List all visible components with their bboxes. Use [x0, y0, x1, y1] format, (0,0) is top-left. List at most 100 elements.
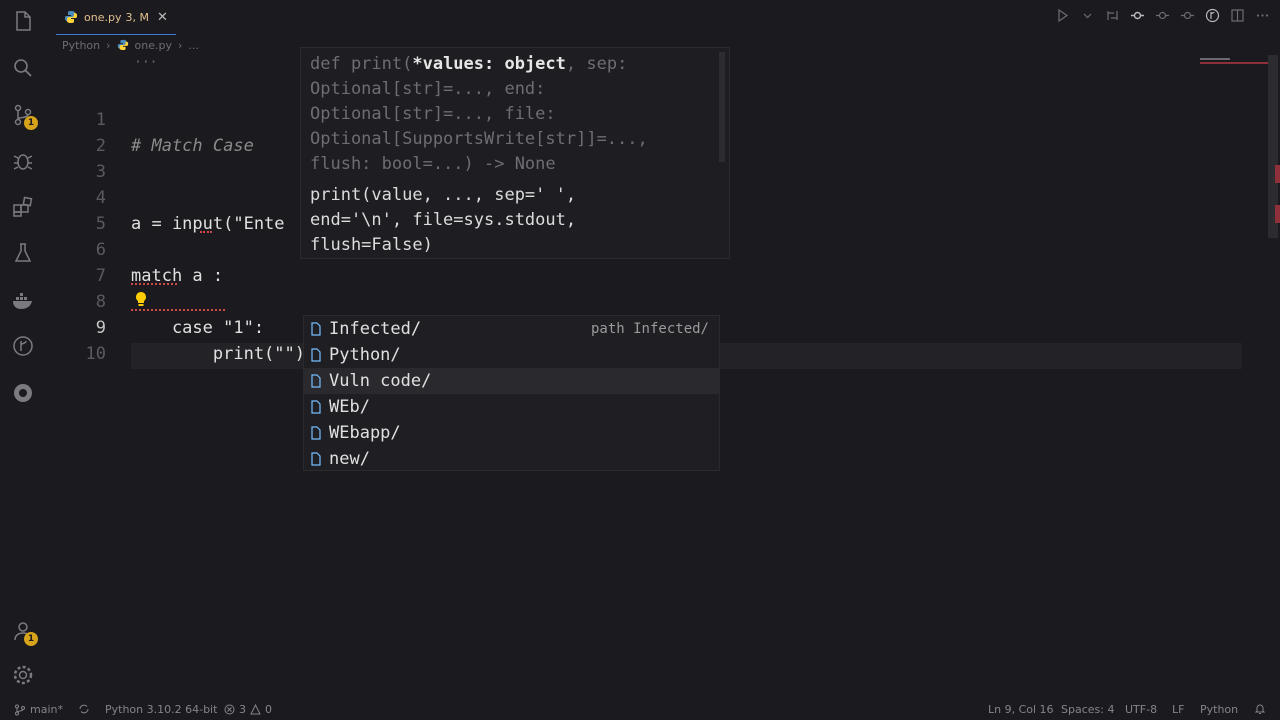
- branch-indicator[interactable]: main*: [14, 703, 63, 716]
- language-mode[interactable]: Python: [1200, 703, 1238, 716]
- suggestion-item-selected[interactable]: Vuln code/: [304, 368, 719, 394]
- indentation[interactable]: Spaces: 4: [1061, 703, 1114, 716]
- next-change-icon[interactable]: [1180, 8, 1195, 23]
- error-overview-mark: [1275, 165, 1280, 183]
- folded-marker: ···: [134, 55, 158, 70]
- encoding[interactable]: UTF-8: [1125, 703, 1157, 716]
- folder-file-icon: [311, 374, 321, 388]
- popup-scrollbar[interactable]: [719, 52, 725, 162]
- minimap[interactable]: [1200, 58, 1268, 66]
- suggestion-label: Python/: [329, 345, 401, 365]
- search-icon[interactable]: [10, 55, 36, 81]
- doc-line: print(value, ..., sep=' ',: [310, 185, 577, 205]
- activity-bar: 1 1: [0, 0, 46, 700]
- suggestion-item[interactable]: WEbapp/: [304, 420, 719, 446]
- settings-gear-icon[interactable]: [10, 662, 36, 688]
- signature-active-param: *values: object: [412, 54, 566, 74]
- breadcrumb-folder[interactable]: Python: [62, 39, 100, 52]
- interpreter-label: Python 3.10.2 64-bit: [105, 703, 218, 716]
- cursor-position[interactable]: Ln 9, Col 16: [988, 703, 1054, 716]
- code-line: 8 case "1":: [46, 263, 1246, 338]
- run-debug-icon[interactable]: [10, 148, 36, 174]
- folder-file-icon: [311, 322, 321, 336]
- error-squiggle: [200, 230, 212, 233]
- python-file-icon: [65, 11, 77, 23]
- open-changes-icon[interactable]: [1205, 8, 1220, 23]
- warning-count: 0: [265, 703, 272, 716]
- error-overview-mark: [1275, 205, 1280, 223]
- explorer-icon[interactable]: [10, 8, 36, 34]
- folder-file-icon: [311, 426, 321, 440]
- docker-icon[interactable]: [10, 288, 36, 314]
- remote-explorer-icon[interactable]: [10, 380, 36, 406]
- suggestion-list: Infected/ path Infected/ Python/ Vuln co…: [303, 315, 720, 471]
- breadcrumb-file[interactable]: one.py: [135, 39, 172, 52]
- error-squiggle: [131, 282, 177, 285]
- tab-status: 3, M: [125, 10, 149, 24]
- signature-prefix: def print(: [310, 54, 413, 74]
- breadcrumb: Python › one.py › ...: [62, 37, 199, 53]
- previous-change-icon[interactable]: [1155, 8, 1170, 23]
- suggestion-item[interactable]: WEb/: [304, 394, 719, 420]
- breadcrumb-more[interactable]: ...: [188, 39, 199, 52]
- compare-changes-icon[interactable]: [1105, 8, 1120, 23]
- notifications-icon[interactable]: [1254, 703, 1266, 715]
- status-bar: main* Python 3.10.2 64-bit 3 0 Ln 9, Col…: [0, 700, 1280, 720]
- signature-rest: , sep:: [565, 54, 628, 74]
- accounts-icon[interactable]: 1: [10, 618, 38, 646]
- warning-icon: [250, 704, 261, 715]
- source-control-badge: 1: [24, 116, 38, 130]
- code-line-current: 9 print(""): [46, 289, 1246, 364]
- accounts-badge: 1: [24, 632, 38, 646]
- signature-help-popup: def print(*values: object, sep: Optional…: [300, 47, 730, 259]
- git-branch-icon: [15, 704, 25, 715]
- folder-file-icon: [311, 400, 321, 414]
- signature-line: flush: bool=...) -> None: [310, 154, 556, 174]
- error-count: 3: [239, 703, 246, 716]
- python-interpreter[interactable]: Python 3.10.2 64-bit: [105, 703, 217, 716]
- suggestion-item[interactable]: Infected/ path Infected/: [304, 316, 719, 342]
- suggestion-item[interactable]: Python/: [304, 342, 719, 368]
- source-control-icon[interactable]: 1: [10, 102, 38, 130]
- chevron-down-icon[interactable]: [1080, 8, 1095, 23]
- doc-line: flush=False): [310, 235, 433, 255]
- problems-indicator[interactable]: 3 0: [224, 703, 272, 716]
- editor-actions: [1055, 8, 1270, 23]
- suggestion-label: WEbapp/: [329, 423, 401, 443]
- signature-line: def print(*values: object, sep:: [310, 52, 627, 77]
- testing-icon[interactable]: [10, 240, 36, 266]
- breadcrumb-separator: ›: [178, 38, 183, 52]
- signature-line: Optional[str]=..., end:: [310, 79, 546, 99]
- folder-file-icon: [311, 348, 321, 362]
- split-editor-icon[interactable]: [1230, 8, 1245, 23]
- error-icon: [224, 704, 235, 715]
- error-squiggle: [131, 308, 225, 311]
- line-text: print(""): [131, 344, 305, 364]
- tab-one-py[interactable]: one.py 3, M ✕: [56, 0, 176, 35]
- extensions-icon[interactable]: [10, 194, 36, 220]
- git-graph-icon[interactable]: [10, 333, 36, 359]
- lightbulb-icon[interactable]: [134, 291, 148, 307]
- run-icon[interactable]: [1055, 8, 1070, 23]
- suggestion-label: WEb/: [329, 397, 370, 417]
- sync-icon[interactable]: [78, 703, 90, 715]
- python-file-icon: [117, 39, 128, 51]
- breadcrumb-separator: ›: [106, 38, 111, 52]
- suggestion-label: new/: [329, 449, 370, 469]
- suggestion-item[interactable]: new/: [304, 446, 719, 472]
- end-of-line[interactable]: LF: [1172, 703, 1184, 716]
- suggestion-label: Infected/: [329, 319, 422, 339]
- close-icon[interactable]: ✕: [157, 10, 168, 25]
- tab-filename: one.py: [84, 10, 122, 24]
- tab-bar: one.py 3, M ✕: [46, 0, 1280, 35]
- signature-line: Optional[str]=..., file:: [310, 104, 556, 124]
- line-number: 10: [85, 344, 106, 364]
- more-actions-icon[interactable]: [1255, 8, 1270, 23]
- signature-line: Optional[SupportsWrite[str]]=...,: [310, 129, 648, 149]
- doc-line: end='\n', file=sys.stdout,: [310, 210, 577, 230]
- suggestion-label: Vuln code/: [329, 371, 432, 391]
- folder-file-icon: [311, 452, 321, 466]
- suggestion-detail: path Infected/: [590, 321, 709, 337]
- branch-name: main*: [30, 703, 63, 716]
- git-lens-icon[interactable]: [1130, 8, 1145, 23]
